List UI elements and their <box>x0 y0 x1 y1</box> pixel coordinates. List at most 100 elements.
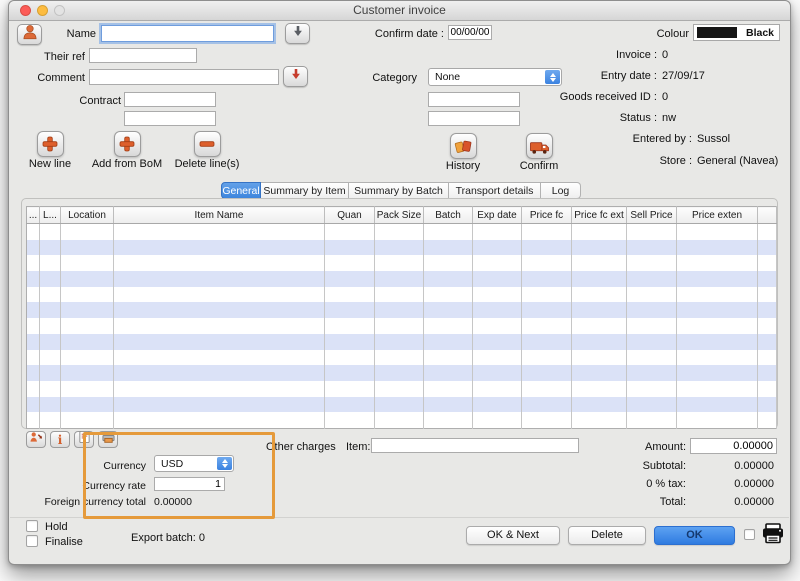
table-row[interactable] <box>27 397 777 413</box>
history-button[interactable]: History <box>433 133 493 172</box>
column-header[interactable]: ... <box>27 207 40 224</box>
table-row[interactable] <box>27 318 777 334</box>
contract-input-2[interactable] <box>124 111 216 126</box>
column-header[interactable]: Price exten <box>677 207 758 224</box>
table-cell <box>758 334 777 350</box>
table-cell <box>61 397 114 413</box>
table-row[interactable] <box>27 302 777 318</box>
table-cell <box>522 240 572 256</box>
table-row[interactable] <box>27 287 777 303</box>
their-ref-input[interactable] <box>89 48 197 63</box>
table-row[interactable] <box>27 271 777 287</box>
table-cell <box>758 412 777 428</box>
tab-summary-by-item[interactable]: Summary by Item <box>261 182 349 199</box>
name-lookup-button[interactable] <box>285 23 310 44</box>
currency-highlight-box <box>83 432 275 519</box>
column-header[interactable]: Exp date <box>473 207 522 224</box>
table-row[interactable] <box>27 365 777 381</box>
table-cell <box>677 397 758 413</box>
table-cell <box>522 350 572 366</box>
table-row[interactable] <box>27 412 777 428</box>
confirm-date-input[interactable] <box>448 25 492 40</box>
column-header[interactable]: Location <box>61 207 114 224</box>
tab-transport-details[interactable]: Transport details <box>449 182 541 199</box>
delete-button[interactable]: Delete <box>568 526 646 545</box>
table-cell <box>572 271 627 287</box>
table-cell <box>114 365 325 381</box>
column-header[interactable]: Sell Price <box>627 207 677 224</box>
table-cell <box>522 287 572 303</box>
hold-checkbox[interactable] <box>26 520 38 532</box>
finalise-checkbox[interactable] <box>26 535 38 547</box>
contract-input-1[interactable] <box>124 92 216 107</box>
table-cell <box>40 350 61 366</box>
table-cell <box>61 271 114 287</box>
add-from-bom-button[interactable]: Add from BoM <box>89 131 165 170</box>
table-cell <box>27 381 40 397</box>
column-header[interactable]: L... <box>40 207 61 224</box>
table-cell <box>473 318 522 334</box>
column-header[interactable]: Pack Size <box>375 207 424 224</box>
new-line-button[interactable]: New line <box>21 131 79 170</box>
tab-general[interactable]: General <box>221 182 261 199</box>
ok-button[interactable]: OK <box>654 526 735 545</box>
table-cell <box>572 397 627 413</box>
print-checkbox[interactable] <box>744 529 755 540</box>
price-adjust-button[interactable] <box>26 431 46 448</box>
table-cell <box>61 240 114 256</box>
table-row[interactable] <box>27 381 777 397</box>
person-icon <box>21 23 39 46</box>
table-row[interactable] <box>27 255 777 271</box>
column-header[interactable]: Quan <box>325 207 375 224</box>
table-cell <box>473 255 522 271</box>
table-cell <box>375 287 424 303</box>
table-cell <box>375 302 424 318</box>
delete-lines-button[interactable]: Delete line(s) <box>171 131 243 170</box>
table-cell <box>677 365 758 381</box>
comment-lookup-button[interactable] <box>283 66 308 87</box>
table-cell <box>114 350 325 366</box>
table-row[interactable] <box>27 240 777 256</box>
table-row[interactable] <box>27 350 777 366</box>
name-input[interactable] <box>101 25 274 42</box>
table-row[interactable] <box>27 224 777 240</box>
table-cell <box>424 271 473 287</box>
table-cell <box>522 271 572 287</box>
amount-input[interactable] <box>690 438 777 454</box>
table-cell <box>27 412 40 428</box>
tab-log[interactable]: Log <box>541 182 581 199</box>
table-cell <box>522 397 572 413</box>
column-header[interactable]: Price fc <box>522 207 572 224</box>
printer-icon[interactable] <box>761 522 785 550</box>
table-cell <box>325 381 375 397</box>
table-cell <box>522 334 572 350</box>
table-cell <box>758 302 777 318</box>
column-header[interactable]: Batch <box>424 207 473 224</box>
plus-icon <box>114 131 141 157</box>
comment-input[interactable] <box>89 69 279 85</box>
subtotal-label: Subtotal: <box>576 460 686 472</box>
colour-field[interactable]: Black <box>693 24 780 41</box>
column-header[interactable]: Item Name <box>114 207 325 224</box>
column-header[interactable]: Price fc ext <box>572 207 627 224</box>
info-button[interactable]: i <box>50 431 70 448</box>
tax-label: 0 % tax: <box>576 478 686 490</box>
tab-summary-by-batch[interactable]: Summary by Batch <box>349 182 449 199</box>
table-row[interactable] <box>27 334 777 350</box>
table-cell <box>677 240 758 256</box>
confirm-button[interactable]: Confirm <box>507 133 571 172</box>
table-cell <box>325 240 375 256</box>
other-charges-item-input[interactable] <box>371 438 579 453</box>
colour-value: Black <box>746 27 774 39</box>
table-cell <box>522 224 572 240</box>
table-cell <box>572 350 627 366</box>
total-value: 0.00000 <box>696 496 774 508</box>
close-window-button[interactable] <box>20 5 31 16</box>
table-cell <box>375 271 424 287</box>
subtotal-value: 0.00000 <box>696 460 774 472</box>
ok-and-next-button[interactable]: OK & Next <box>466 526 560 545</box>
table-cell <box>424 318 473 334</box>
minimize-window-button[interactable] <box>37 5 48 16</box>
table-cell <box>758 350 777 366</box>
finalise-label: Finalise <box>45 536 83 548</box>
